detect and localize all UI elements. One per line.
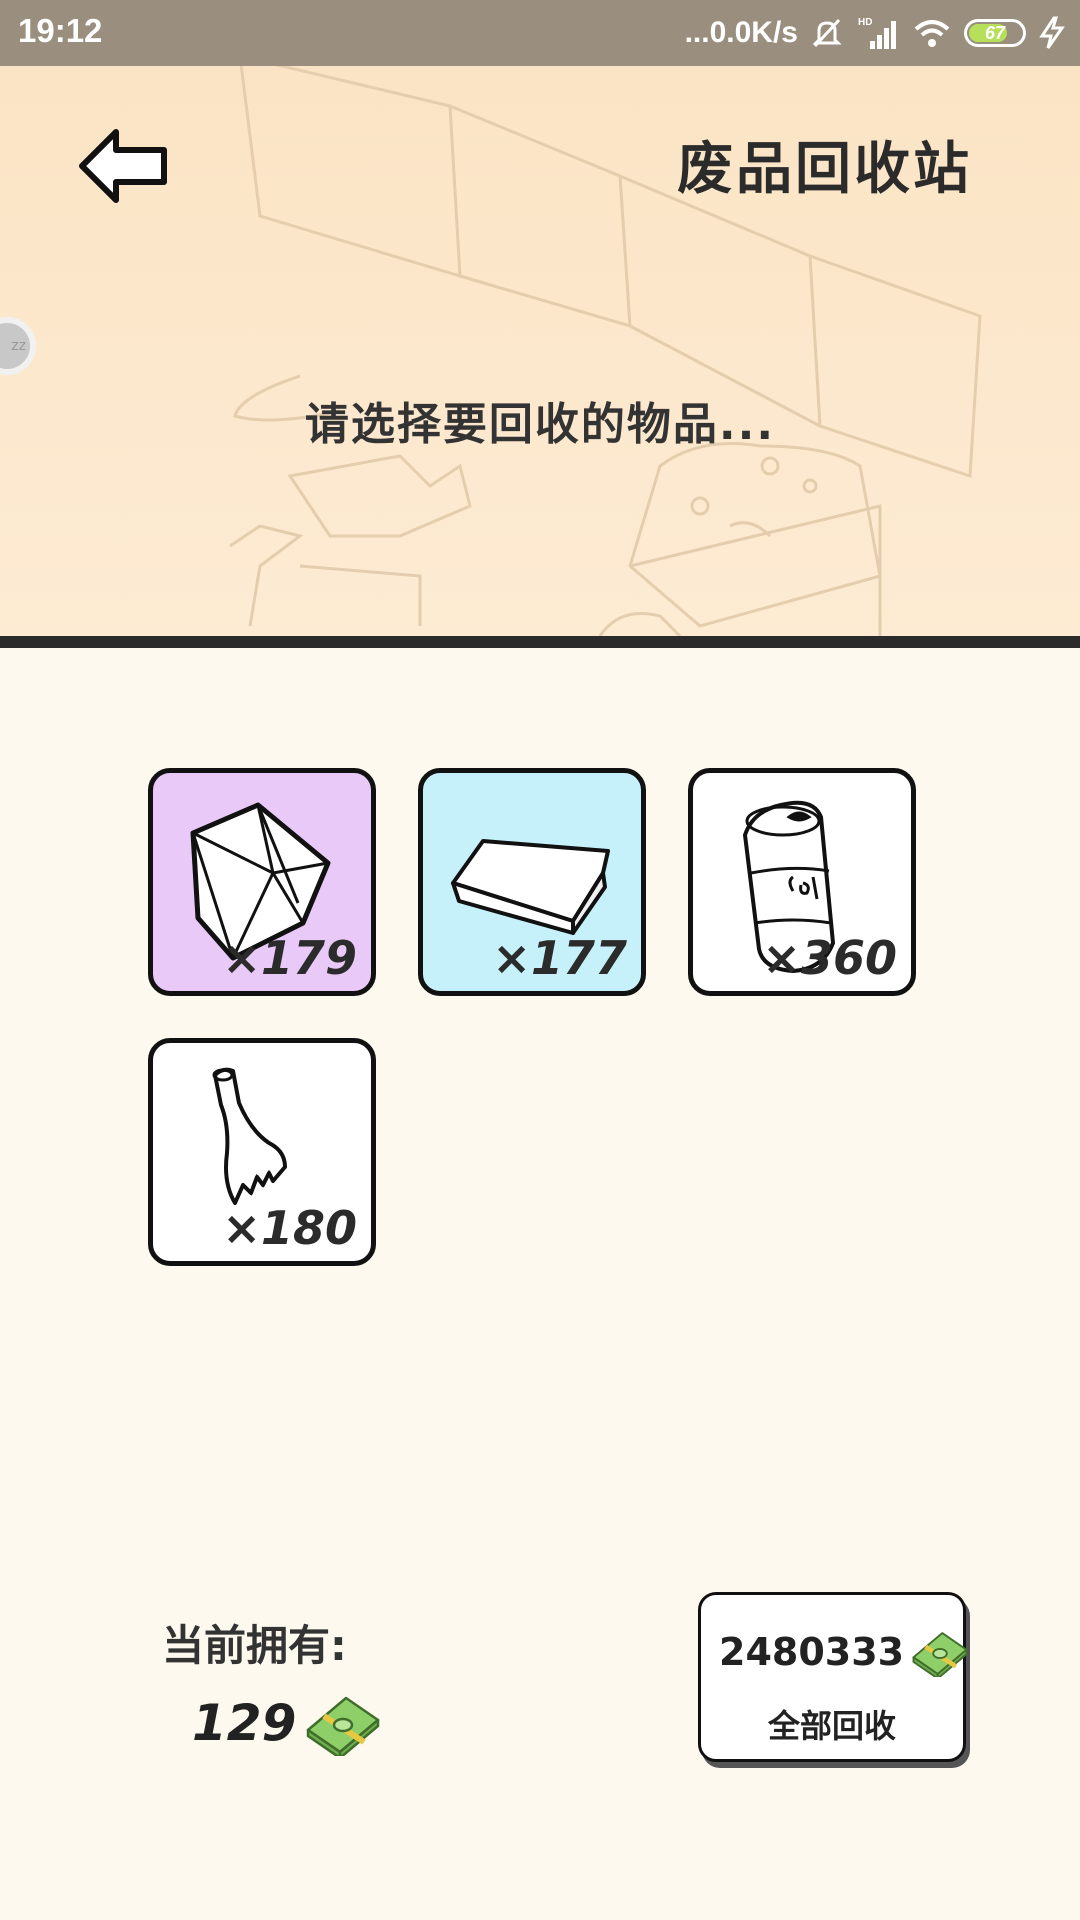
money-stack-icon [912,1632,968,1677]
item-slot-broken-bottle[interactable]: ×180 [148,1038,376,1266]
owned-money: 129 [192,1690,382,1756]
status-time: 19:12 [18,12,103,49]
mute-bell-icon [812,18,842,48]
signal-icon: HD [858,17,896,49]
battery-level: 67 [984,22,1006,43]
charging-icon [1039,16,1065,49]
item-count: ×180 [222,1201,357,1255]
wifi-icon [914,20,950,47]
owned-value: 129 [192,1694,297,1752]
item-slot-diamond[interactable]: ×179 [148,768,376,996]
item-slot-cola-can[interactable]: ×360 [688,768,916,996]
item-count: ×177 [492,931,627,985]
recycle-all-button[interactable]: 2480333 全部回收 [698,1592,968,1762]
network-type: HD [858,17,872,28]
money-stack-icon [307,1696,380,1756]
back-arrow-icon[interactable] [78,128,168,206]
floating-bubble-text: zz [11,338,26,354]
recycle-all-value-row: 2480333 [719,1627,970,1677]
selection-prompt: 请选择要回收的物品... [304,399,776,450]
network-speed: ...0.0K/s [684,16,798,49]
owned-label: 当前拥有: [162,1621,347,1670]
status-icons: ...0.0K/s HD 67 [685,8,1066,58]
header-divider [0,636,1080,648]
page-title: 废品回收站 [677,137,972,202]
recycle-all-label: 全部回收 [767,1707,896,1745]
recycle-all-value: 2480333 [719,1630,905,1674]
item-slot-gold-bar[interactable]: ×177 [418,768,646,996]
header-panel: 废品回收站 请选择要回收的物品... [0,66,1080,636]
item-count: ×179 [222,931,357,985]
item-count: ×360 [762,931,897,985]
status-bar: 19:12 ...0.0K/s HD 67 [0,0,1080,66]
battery-icon: 67 [964,19,1026,47]
